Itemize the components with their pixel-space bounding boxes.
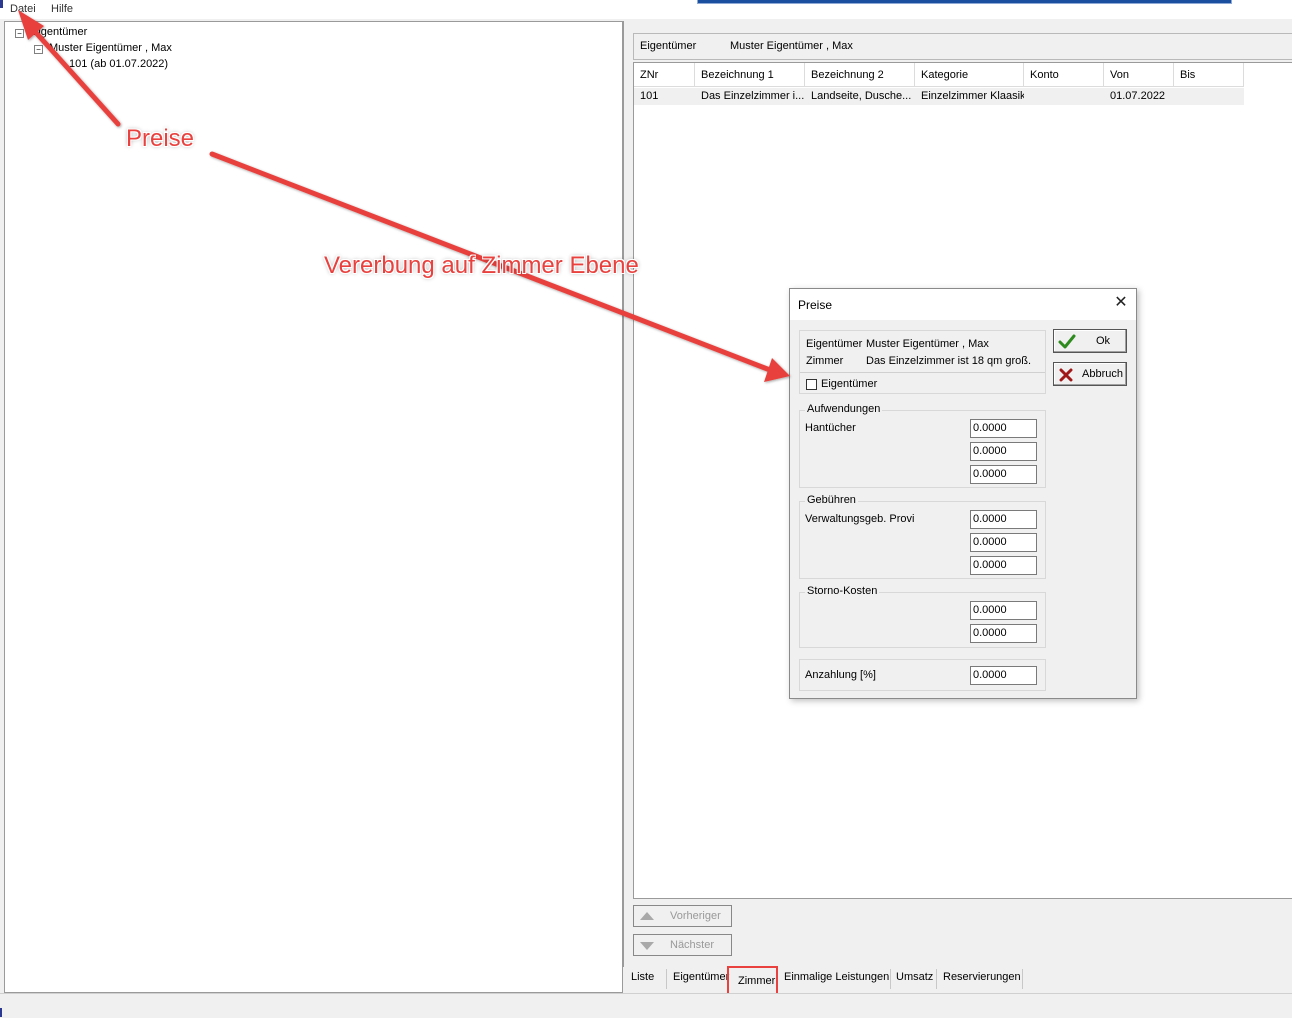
owner-label: Eigentümer	[806, 338, 863, 350]
aufwendungen-title: Aufwendungen	[805, 403, 883, 415]
aufwendungen-field-3[interactable]: 0.0000	[970, 465, 1037, 484]
aufwendungen-field-2[interactable]: 0.0000	[970, 442, 1037, 461]
gebuehren-field-3[interactable]: 0.0000	[970, 556, 1037, 575]
room-label: Zimmer	[806, 355, 844, 367]
grid-header-konto[interactable]: Konto	[1024, 63, 1104, 87]
grid-header-kategorie[interactable]: Kategorie	[915, 63, 1024, 87]
table-row-cell-bezeichnung1[interactable]: Das Einzelzimmer i...	[695, 88, 805, 105]
tree-node-owner[interactable]: Muster Eigentümer , Max	[49, 42, 172, 54]
dialog-header-group: Eigentümer Muster Eigentümer , Max Zimme…	[799, 330, 1046, 394]
tree-node-root[interactable]: Eigentümer	[31, 26, 87, 38]
hantuecher-label: Hantücher	[805, 422, 856, 434]
table-row-cell-konto[interactable]	[1024, 88, 1104, 105]
arrow-up-icon	[640, 912, 654, 920]
grid-header-bezeichnung1[interactable]: Bezeichnung 1	[695, 63, 805, 87]
ok-button-label: Ok	[1096, 335, 1111, 347]
window-top-stripe	[697, 0, 1232, 4]
storno-field-1[interactable]: 0.0000	[970, 601, 1037, 620]
anzahlung-label: Anzahlung [%]	[805, 669, 876, 681]
eigentuemer-checkbox[interactable]	[806, 379, 817, 390]
annotation-vererbung: Vererbung auf Zimmer Ebene	[324, 252, 639, 279]
storno-field-2[interactable]: 0.0000	[970, 624, 1037, 643]
owner-value: Muster Eigentümer , Max	[866, 338, 989, 350]
verwaltungsgeb-label: Verwaltungsgeb. Provi	[805, 513, 915, 525]
table-row-cell-bezeichnung2[interactable]: Landseite, Dusche...	[805, 88, 915, 105]
previous-button[interactable]: Vorheriger	[633, 905, 732, 927]
tab-separator	[890, 969, 891, 989]
table-row-cell-bis[interactable]	[1174, 88, 1244, 105]
tab-umsatz[interactable]: Umsatz	[896, 971, 933, 983]
eigentuemer-checkbox-label: Eigentümer	[821, 378, 878, 390]
grid-header-bis[interactable]: Bis	[1174, 63, 1244, 87]
close-icon[interactable]: ✕	[1112, 294, 1130, 312]
tree-collapse-icon[interactable]: −	[15, 29, 24, 38]
checkmark-icon	[1058, 334, 1076, 349]
tree-collapse-icon[interactable]: −	[34, 45, 43, 54]
tree-panel: − Eigentümer − Muster Eigentümer , Max 1…	[4, 21, 623, 993]
room-value: Das Einzelzimmer ist 18 qm groß.	[866, 355, 1032, 367]
tab-liste[interactable]: Liste	[631, 971, 654, 983]
next-button[interactable]: Nächster	[633, 934, 732, 956]
table-row-cell-von[interactable]: 01.07.2022	[1104, 88, 1174, 105]
cancel-x-icon	[1059, 368, 1073, 382]
table-row-cell-znr[interactable]: 101	[634, 88, 695, 105]
menu-hilfe[interactable]: Hilfe	[51, 3, 73, 15]
header-divider	[800, 372, 1045, 373]
info-owner-label: Eigentümer	[640, 40, 697, 52]
gebuehren-field-1[interactable]: 0.0000	[970, 510, 1037, 529]
tab-bar: Liste Eigentümer Zimmer Einmalige Leistu…	[623, 967, 1292, 991]
arrow-down-icon	[640, 942, 654, 950]
tree-node-room[interactable]: 101 (ab 01.07.2022)	[69, 58, 168, 70]
gebuehren-field-2[interactable]: 0.0000	[970, 533, 1037, 552]
info-owner-value: Muster Eigentümer , Max	[730, 40, 853, 52]
tab-separator	[1022, 969, 1023, 989]
tab-einmalige-leistungen[interactable]: Einmalige Leistungen	[784, 971, 889, 983]
status-accent	[0, 1008, 2, 1017]
previous-button-label: Vorheriger	[670, 910, 721, 922]
tab-separator	[936, 969, 937, 989]
next-button-label: Nächster	[670, 939, 715, 951]
menu-datei[interactable]: Datei	[10, 3, 36, 15]
tab-eigentuemer[interactable]: Eigentümer	[673, 971, 729, 983]
tab-separator	[666, 969, 667, 989]
aufwendungen-field-1[interactable]: 0.0000	[970, 419, 1037, 438]
gebuehren-title: Gebühren	[805, 494, 858, 506]
cancel-button[interactable]: Abbruch	[1053, 362, 1127, 386]
table-row-cell-kategorie[interactable]: Einzelzimmer Klaasik	[915, 88, 1024, 105]
ok-button[interactable]: Ok	[1053, 329, 1127, 353]
status-bar	[0, 993, 1292, 1018]
info-bar: Eigentümer Muster Eigentümer , Max	[633, 33, 1292, 60]
anzahlung-field[interactable]: 0.0000	[970, 666, 1037, 685]
tab-reservierungen[interactable]: Reservierungen	[943, 971, 1021, 983]
dialog-title: Preise	[798, 298, 833, 312]
grid-header-znr[interactable]: ZNr	[634, 63, 695, 87]
annotation-preise: Preise	[126, 125, 195, 152]
cancel-button-label: Abbruch	[1082, 368, 1123, 380]
grid-header-bezeichnung2[interactable]: Bezeichnung 2	[805, 63, 915, 87]
grid-header-von[interactable]: Von	[1104, 63, 1174, 87]
dialog-titlebar: Preise ✕	[790, 289, 1136, 320]
menu-accent	[0, 0, 3, 8]
preise-dialog: Preise ✕ Eigentümer Muster Eigentümer , …	[789, 288, 1137, 699]
storno-title: Storno-Kosten	[805, 585, 880, 597]
